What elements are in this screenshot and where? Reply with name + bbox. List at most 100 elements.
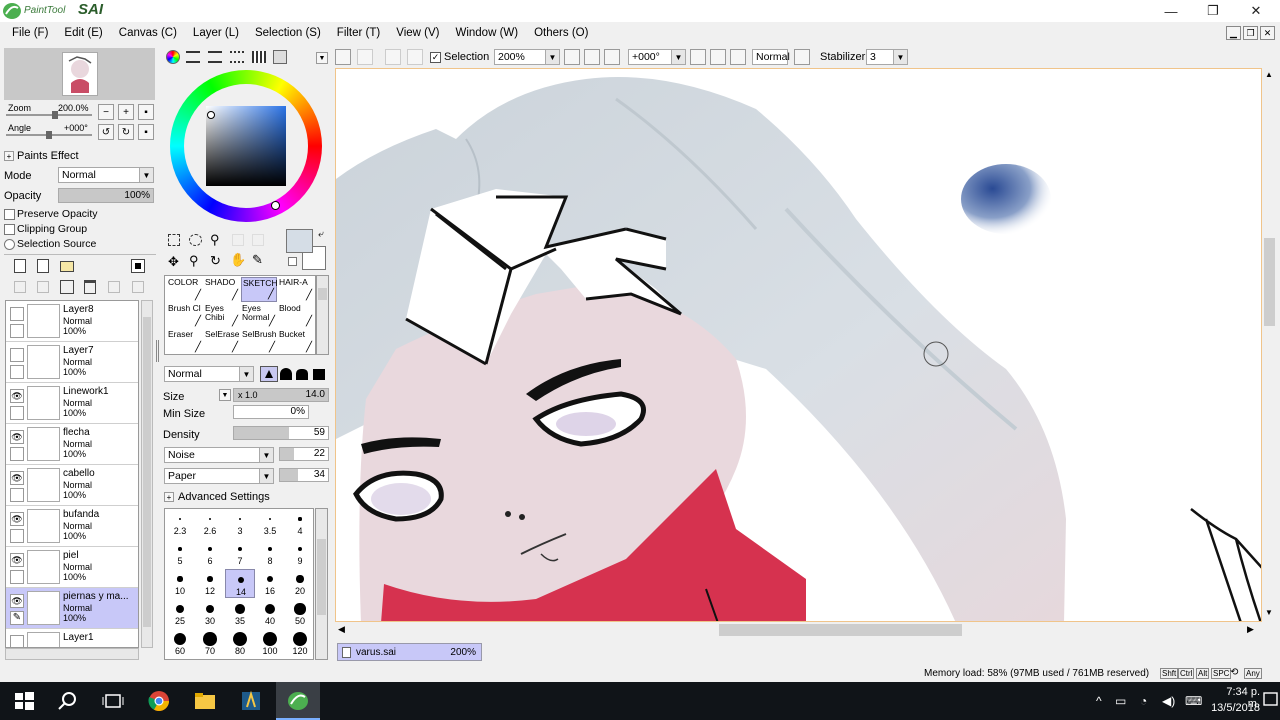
size-slider[interactable]: x 1.0 14.0 [233, 388, 329, 402]
brush-size-preset[interactable]: 16 [255, 569, 285, 598]
clipping-group-checkbox[interactable] [4, 224, 15, 235]
color-scratch-icon[interactable] [273, 50, 287, 64]
menu-view[interactable]: View (V) [396, 27, 439, 39]
brush-size-preset[interactable]: 30 [195, 599, 225, 628]
canvas-vscroll-thumb[interactable] [1264, 238, 1275, 326]
brush-slot[interactable]: SKETCH ╱ [241, 277, 277, 302]
undo-icon[interactable] [335, 49, 351, 65]
eyedropper-icon[interactable]: ✎ [252, 252, 263, 268]
hue-picker-handle[interactable] [271, 201, 280, 210]
brush-size-preset[interactable]: 8 [255, 539, 285, 568]
brush-size-preset[interactable]: 40 [255, 599, 285, 628]
transparent-color-icon[interactable] [288, 257, 297, 266]
rotate-icon[interactable]: ↻ [210, 253, 221, 269]
brush-size-preset[interactable]: 5 [165, 539, 195, 568]
canvas-hscroll-thumb[interactable] [719, 624, 962, 636]
scroll-up-icon[interactable]: ▲ [1265, 70, 1273, 79]
redo-icon[interactable] [357, 49, 373, 65]
clear-layer-icon[interactable] [60, 280, 74, 294]
lock-toggle-icon[interactable] [10, 447, 24, 461]
paints-effect-label[interactable]: Paints Effect [17, 150, 79, 162]
paper-select[interactable]: Paper ▼ [164, 468, 274, 484]
notifications-icon[interactable] [1263, 691, 1279, 709]
layer-scroll-thumb[interactable] [143, 317, 151, 627]
brush-size-preset[interactable]: 12 [195, 569, 225, 598]
close-button[interactable]: ✕ [1238, 0, 1274, 22]
file-explorer-icon[interactable] [193, 689, 217, 713]
navigator-thumbnail[interactable] [62, 52, 98, 96]
brush-size-preset[interactable]: 50 [285, 599, 315, 628]
menu-others[interactable]: Others (O) [534, 27, 588, 39]
eye-hidden-icon[interactable] [10, 307, 24, 321]
zoom-out-icon[interactable]: − [98, 104, 114, 120]
chrome-icon[interactable] [147, 689, 171, 713]
brush-size-preset[interactable]: 20 [285, 569, 315, 598]
canvas-angle-select[interactable]: +000° ▼ [628, 49, 686, 65]
brush-slot[interactable]: SelErase ╱ [204, 329, 240, 354]
merge-down-icon[interactable] [37, 281, 49, 293]
brush-shape-round-icon[interactable] [280, 368, 292, 380]
panel-splitter-handle[interactable] [156, 340, 159, 362]
lock-toggle-icon[interactable] [10, 529, 24, 543]
texture-strength-slider[interactable]: 22 [279, 447, 329, 461]
brush-edit-icon[interactable]: ✎ [10, 611, 24, 625]
brush-size-preset[interactable]: 100 [255, 629, 285, 658]
lock-toggle-icon[interactable] [10, 406, 24, 420]
layer-row[interactable]: 👁 cabello Normal 100% [6, 465, 138, 506]
move-icon[interactable]: ✥ [168, 254, 179, 270]
hsv-slider-icon[interactable] [208, 51, 222, 63]
brush-slot[interactable]: Blood ╱ [278, 303, 314, 328]
brush-slot[interactable]: Eyes Normal ╱ [241, 303, 277, 328]
expand-plus-icon[interactable]: + [164, 492, 174, 502]
search-icon[interactable] [56, 689, 80, 713]
brush-size-preset[interactable]: 25 [165, 599, 195, 628]
brush-size-preset[interactable]: 10 [165, 569, 195, 598]
lock-toggle-icon[interactable] [10, 570, 24, 584]
size-mult-dropdown-icon[interactable]: ▼ [219, 389, 231, 401]
new-layer-icon[interactable] [14, 259, 26, 273]
delete-layer-icon[interactable] [84, 280, 96, 294]
drawing-canvas[interactable] [335, 68, 1262, 622]
brush-slot[interactable]: Bucket ╱ [278, 329, 314, 354]
zoom-icon[interactable]: ⚲ [189, 253, 199, 269]
saturation-value-square[interactable] [206, 106, 286, 186]
maximize-button[interactable]: ❐ [1195, 0, 1231, 22]
flip-horizontal-icon[interactable] [794, 49, 810, 65]
eye-icon[interactable]: 👁 [10, 553, 24, 567]
brush-slot[interactable]: Brush Cl ╱ [167, 303, 203, 328]
eye-icon[interactable]: 👁 [10, 512, 24, 526]
lock-toggle-icon[interactable] [10, 365, 24, 379]
brush-palette[interactable]: COLOR ╱ SHADO ╱ SKETCH ╱ HAIR-A ╱ Brush Cl ╱ Eyes … [164, 275, 316, 355]
menu-canvas[interactable]: Canvas (C) [119, 27, 177, 39]
menu-layer[interactable]: Layer (L) [193, 27, 239, 39]
zoom-out-icon[interactable] [564, 49, 580, 65]
brush-size-preset[interactable]: 14 [225, 569, 255, 598]
size-presets-scrollbar[interactable] [315, 508, 328, 660]
advanced-settings-label[interactable]: Advanced Settings [178, 491, 270, 503]
layer-list[interactable]: Layer8 Normal 100% Layer7 Normal 100% 👁 Linewor… [5, 300, 139, 648]
zoom-reset-icon[interactable]: ▪ [138, 104, 154, 120]
task-view-icon[interactable] [101, 689, 125, 713]
size-scroll-thumb[interactable] [317, 539, 326, 615]
transfer-down-icon[interactable] [14, 281, 26, 293]
rotate-left-icon[interactable] [690, 49, 706, 65]
brush-size-preset[interactable]: 60 [165, 629, 195, 658]
preserve-opacity-checkbox[interactable] [4, 209, 15, 220]
brush-slot[interactable]: Eyes Chibi ╱ [204, 303, 240, 328]
brush-slot[interactable]: SelBrush ╱ [241, 329, 277, 354]
layer-row[interactable]: 👁 bufanda Normal 100% [6, 506, 138, 547]
layer-row[interactable]: Layer7 Normal 100% [6, 342, 138, 383]
brush-slot[interactable]: HAIR-A ╱ [278, 277, 314, 302]
canvas-vscrollbar[interactable]: ▲ ▼ [1262, 68, 1277, 622]
rotate-right-icon[interactable]: ↻ [118, 124, 134, 140]
eye-icon[interactable]: 👁 [10, 471, 24, 485]
min-size-slider[interactable]: 0% [233, 405, 309, 419]
opacity-slider[interactable]: 100% [58, 188, 154, 203]
brush-shape-flat-icon[interactable] [296, 369, 308, 380]
brush-size-preset[interactable]: 2.6 [195, 509, 225, 538]
stabilizer-select[interactable]: 3 ▼ [866, 49, 908, 65]
brush-size-preset[interactable]: 2.3 [165, 509, 195, 538]
selection-checkbox[interactable]: ✓ [430, 52, 441, 63]
canvas-hscrollbar[interactable]: ◀ ▶ [335, 622, 1262, 638]
selection-source-radio[interactable] [4, 239, 15, 250]
